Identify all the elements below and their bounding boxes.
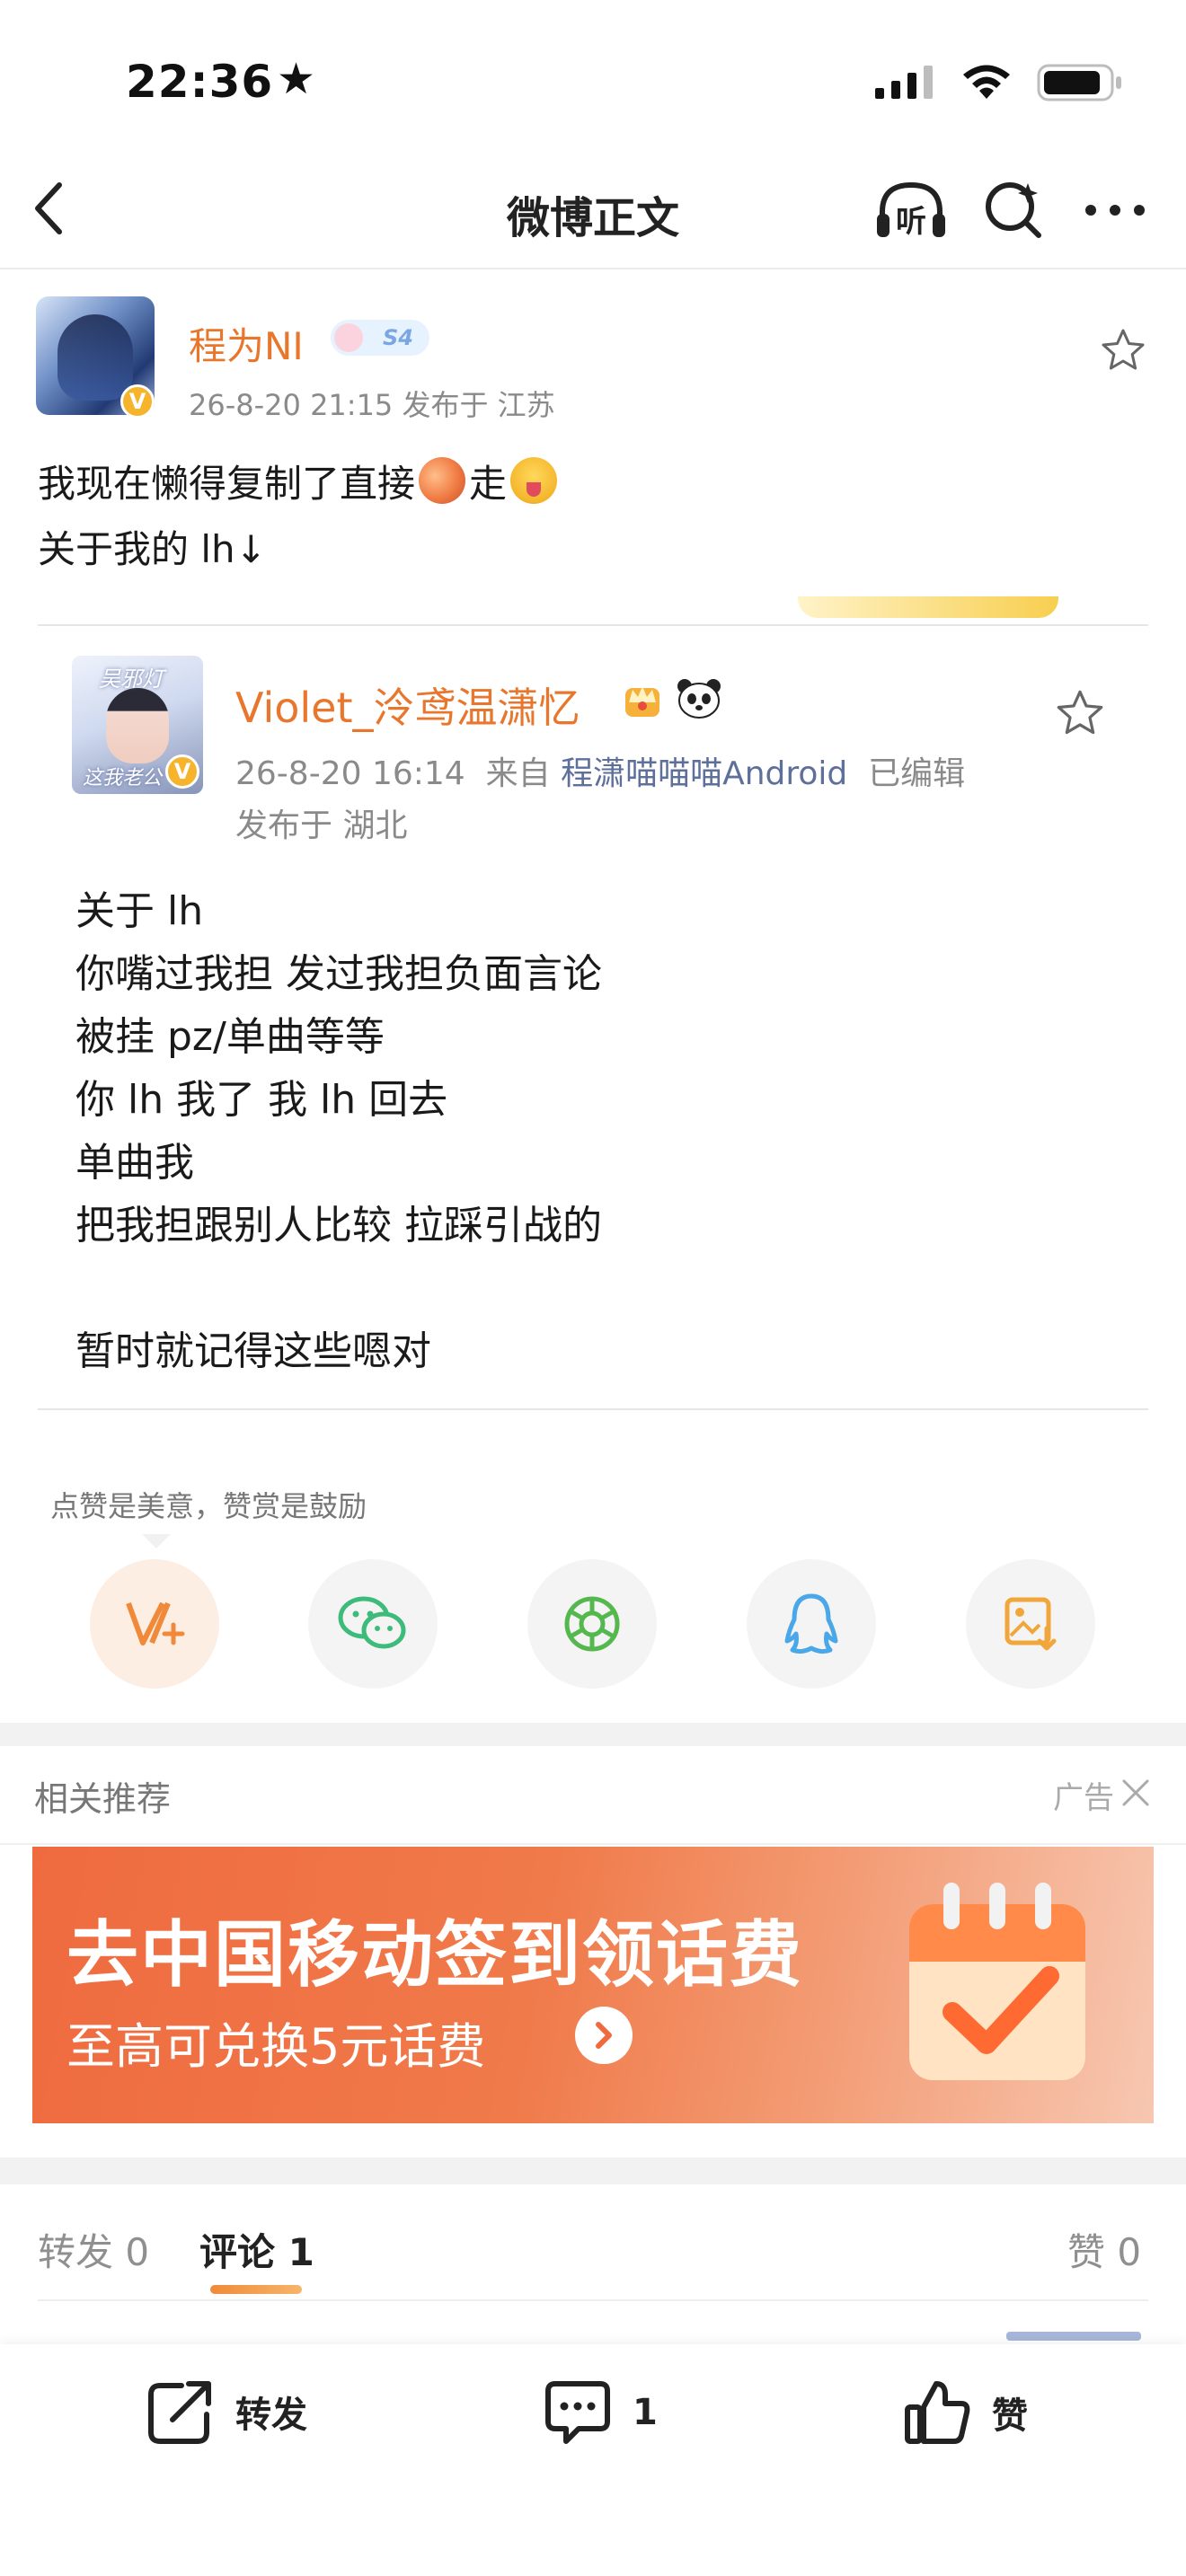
favorite-button[interactable] [1055,688,1105,742]
verified-badge: V [165,754,199,789]
more-dots-icon [1085,205,1145,216]
thumbs-up-icon [905,2381,970,2444]
edited-label: 已编辑 [868,755,966,792]
panda-icon [677,679,721,719]
avatar-caption: 这我老公 [83,767,163,790]
comment-bubble-icon [545,2381,610,2444]
listen-label: 听 [896,204,926,240]
calendar-check-icon [909,1883,1085,2080]
ad-label: 广告 [1053,1780,1114,1816]
comment-count: 1 [633,2392,658,2433]
reward-tip: 点赞是美意，赞赏是鼓励 [50,1489,367,1523]
repost-button[interactable]: 转发 [146,2378,307,2445]
listen-button[interactable]: 听 [873,176,949,246]
wifi-icon [963,65,1010,99]
post-text-part: 走 [469,462,508,506]
crown-icon [625,686,659,717]
tab-likes[interactable]: 赞 0 [1067,2222,1141,2277]
peach-emoji-icon [419,457,466,504]
headphones-icon: 听 [877,181,945,240]
share-wechat-button[interactable] [308,1559,438,1689]
avatar-caption: 吴邪灯 [99,666,164,692]
search-button[interactable] [983,178,1046,244]
quoted-text-line: 你嘴过我担 发过我担负面言论 [75,951,602,997]
active-tab-indicator [210,2285,302,2294]
like-button[interactable]: 赞 [904,2378,1028,2447]
recommend-title: 相关推荐 [34,1779,172,1819]
quoted-time: 26-8-20 16:14 [235,755,465,792]
comment-button[interactable]: 1 [543,2378,658,2447]
tab-comments[interactable]: 评论 1 [199,2222,314,2277]
more-button[interactable] [1084,203,1146,221]
repost-label: 转发 [235,2395,307,2436]
quoted-post-meta: 26-8-20 16:14 来自 程潇喵喵喵Android 已编辑 [235,747,965,794]
quoted-text-line: 关于 lh [75,888,204,934]
quoted-author-name[interactable]: Violet_泠鸢温潇忆 [235,675,580,735]
divider [38,2299,1148,2301]
star-outline-icon [1102,329,1145,370]
wechat-icon [338,1596,406,1649]
ad-close-button[interactable] [1120,1777,1152,1813]
divider [38,1408,1148,1410]
divider [0,1843,1186,1845]
sort-control-edge [1006,2332,1141,2341]
level-badge: S4 [331,320,429,356]
post-meta: 26-8-20 21:15 发布于 江苏 [189,388,555,422]
level-badge-text: S4 [383,325,413,350]
share-qq-button[interactable] [747,1559,876,1689]
verified-badge: V [120,384,155,419]
status-icons [873,63,1123,102]
tongue-emoji-icon [510,457,558,504]
quoted-text-line: 单曲我 [75,1140,194,1186]
banner-subtitle: 至高可兑换5元话费 [66,2018,486,2075]
signal-icon [875,66,933,99]
qq-penguin-icon [784,1593,838,1654]
star-outline-icon [1057,690,1103,735]
from-label: 来自 [485,755,551,792]
moments-aperture-icon [564,1596,620,1652]
section-separator [0,2157,1186,2184]
quoted-location: 发布于 湖北 [235,807,408,844]
reward-button[interactable] [90,1559,219,1689]
share-moments-button[interactable] [527,1559,657,1689]
banner-arrow-icon [575,2007,633,2064]
tip-arrow [142,1534,171,1548]
save-image-button[interactable] [966,1559,1095,1689]
favorite-button[interactable] [1100,327,1146,377]
post-text-line: 关于我的 lh↓ [38,527,267,571]
post-text-line: 我现在懒得复制了直接 走 [38,454,561,508]
reward-v-plus-icon [126,1601,185,1645]
embedded-card-edge [798,596,1058,618]
share-row [90,1559,1096,1689]
banner-title: 去中国移动签到领话费 [66,1913,803,1997]
divider [38,624,1148,626]
author-name[interactable]: 程为NI [189,316,304,371]
source-link[interactable]: 程潇喵喵喵Android [561,755,847,792]
quoted-text-line: 暂时就记得这些嗯对 [75,1328,431,1374]
status-time: 22:36 [126,56,274,108]
close-icon [1122,1779,1149,1806]
quoted-text-line: 被挂 pz/单曲等等 [75,1014,385,1060]
like-label: 赞 [992,2395,1028,2437]
battery-icon [1037,64,1121,101]
share-arrow-icon [148,2381,211,2444]
focus-star-icon: ★ [277,54,316,104]
section-separator [0,1723,1186,1746]
quoted-text-line: 把我担跟别人比较 拉踩引战的 [75,1203,602,1248]
search-sparkle-icon [986,182,1041,238]
tab-reposts[interactable]: 转发 0 [38,2222,149,2277]
save-image-icon [1005,1597,1057,1651]
post-text-part: 我现在懒得复制了直接 [38,462,416,506]
quoted-text-line: 你 lh 我了 我 lh 回去 [75,1077,448,1123]
